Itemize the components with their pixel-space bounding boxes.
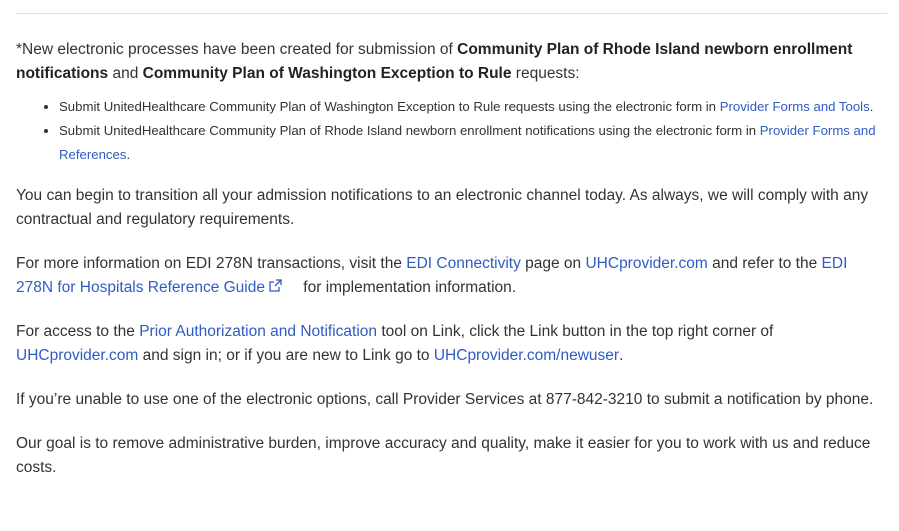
- edi-paragraph: For more information on EDI 278N transac…: [16, 252, 888, 300]
- paragraph-text: and sign in; or if you are new to Link g…: [138, 347, 434, 365]
- paragraph-text: tool on Link, click the Link button in t…: [377, 323, 774, 341]
- paragraph-text: and refer to the: [707, 255, 822, 272]
- edi-connectivity-link[interactable]: EDI Connectivity: [406, 255, 521, 272]
- provider-forms-and-tools-link[interactable]: Provider Forms and Tools: [720, 99, 870, 114]
- list-item: Submit UnitedHealthcare Community Plan o…: [59, 95, 888, 119]
- prior-authorization-link[interactable]: Prior Authorization and Notification: [139, 323, 377, 340]
- intro-bold-washington: Community Plan of Washington Exception t…: [142, 65, 512, 82]
- intro-text: requests:: [511, 65, 580, 82]
- list-item-text: Submit UnitedHealthcare Community Plan o…: [59, 123, 760, 138]
- intro-text: *New electronic processes have been crea…: [16, 41, 458, 58]
- uhcprovider-link[interactable]: UHCprovider.com: [16, 347, 138, 364]
- phone-paragraph: If you’re unable to use one of the elect…: [16, 391, 874, 409]
- external-link-icon[interactable]: [269, 276, 285, 300]
- list-item-text: .: [126, 147, 131, 162]
- page: *New electronic processes have been crea…: [0, 0, 899, 531]
- prior-auth-paragraph: For access to the Prior Authorization an…: [16, 320, 888, 368]
- top-divider: [16, 13, 887, 14]
- intro-text: and: [108, 65, 143, 82]
- bullet-list: Submit UnitedHealthcare Community Plan o…: [16, 95, 888, 167]
- article-body: *New electronic processes have been crea…: [16, 38, 888, 480]
- paragraph-text: .: [619, 347, 624, 365]
- paragraph-text: for implementation information.: [299, 279, 517, 297]
- paragraph-text: For access to the: [16, 323, 140, 341]
- uhcprovider-link[interactable]: UHCprovider.com: [585, 255, 707, 272]
- paragraph-text: For more information on EDI 278N transac…: [16, 255, 407, 272]
- list-item-text: .: [869, 99, 874, 114]
- paragraph-text: page on: [520, 255, 586, 272]
- goal-paragraph: Our goal is to remove administrative bur…: [16, 435, 871, 477]
- intro-paragraph: *New electronic processes have been crea…: [16, 38, 888, 86]
- list-item: Submit UnitedHealthcare Community Plan o…: [59, 119, 888, 167]
- transition-paragraph: You can begin to transition all your adm…: [16, 187, 869, 228]
- uhcprovider-newuser-link[interactable]: UHCprovider.com/newuser: [434, 347, 619, 364]
- list-item-text: Submit UnitedHealthcare Community Plan o…: [59, 99, 720, 114]
